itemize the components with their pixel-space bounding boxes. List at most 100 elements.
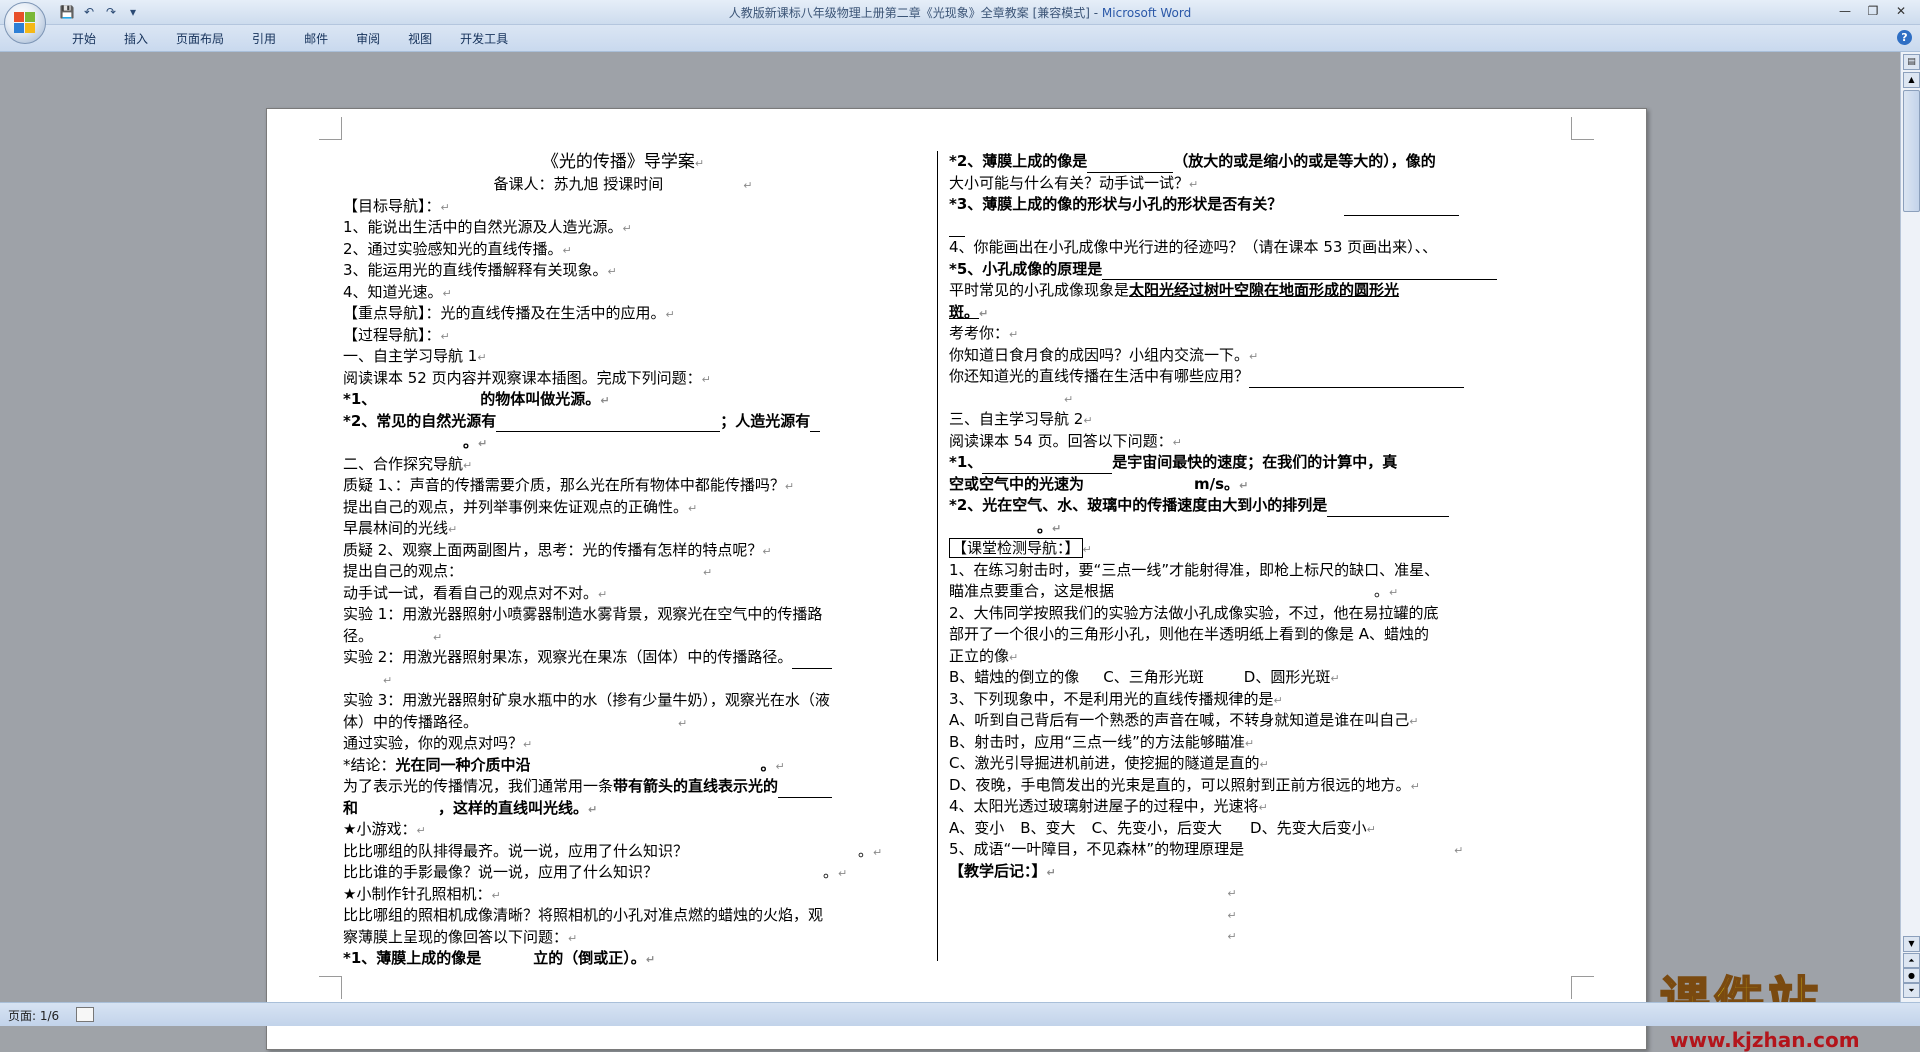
text-line: 动手试一试，看看自己的观点对不对。↵	[343, 583, 608, 602]
window-controls: — ❐ ✕	[1832, 2, 1914, 20]
empty-paragraph: ↵	[1227, 908, 1237, 922]
title-bar: 💾 ↶ ↷ ▾ 人教版新课标八年级物理上册第二章《光现象》全章教案 [兼容模式]…	[0, 0, 1920, 25]
tab-view[interactable]: 视图	[394, 30, 446, 48]
text-line: *2、光在空气、水、玻璃中的传播速度由大到小的排列是	[949, 495, 1515, 517]
empty-paragraph: ↵	[1227, 930, 1237, 943]
text-line: 体）中的传播路径。 ↵	[343, 712, 903, 734]
text-line: *3、薄膜上成的像的形状与小孔的形状是否有关？	[949, 194, 1515, 216]
text-line: 早晨林间的光线↵	[343, 519, 458, 537]
text-line: 。↵	[343, 432, 903, 454]
tab-page-layout[interactable]: 页面布局	[162, 30, 238, 48]
column-divider	[937, 151, 938, 961]
text-line: 质疑 2、观察上面两副图片，思考：光的传播有怎样的特点呢？↵	[343, 540, 772, 559]
text-line: 为了表示光的传播情况，我们通常用一条带有箭头的直线表示光的	[343, 776, 903, 798]
select-browse-object-icon[interactable]: ●	[1903, 968, 1920, 983]
text-line: 阅读课本 54 页。回答以下问题：↵	[949, 431, 1182, 450]
text-line: 4、知道光速。↵	[343, 282, 452, 301]
text-line: *1、薄膜上成的像是 立的（倒或正）。↵	[343, 948, 903, 970]
text-line: 部开了一个很小的三角形小孔，则他在半透明纸上看到的像是 A、蜡烛的	[949, 625, 1430, 643]
tab-review[interactable]: 审阅	[342, 30, 394, 48]
empty-paragraph: ↵	[1227, 887, 1237, 900]
tab-developer[interactable]: 开发工具	[446, 30, 522, 48]
text-line: 察薄膜上呈现的像回答以下问题：↵	[343, 927, 578, 946]
text-line: 你还知道光的直线传播在生活中有哪些应用？	[949, 366, 1515, 388]
text-line: 阅读课本 52 页内容并观察课本插图。完成下列问题：↵	[343, 368, 711, 387]
text-line: 比比哪组的照相机成像清晰？将照相机的小孔对准点燃的蜡烛的火焰，观	[343, 906, 824, 924]
text-line: 5、成语“一叶障目，不见森林”的物理原理是 ↵	[949, 839, 1515, 861]
previous-page-icon[interactable]: ⏶	[1903, 953, 1920, 968]
margin-corner-top-left	[319, 117, 342, 140]
text-line: 4、太阳光透过玻璃射进屋子的过程中，光速将↵	[949, 797, 1268, 815]
text-line: 比比哪组的队排得最齐。说一说，应用了什么知识？ 。↵	[343, 841, 903, 863]
text-line: 2、通过实验感知光的直线传播。↵	[343, 239, 572, 258]
text-line: B、蜡烛的倒立的像 C、三角形光斑 D、圆形光斑↵	[949, 668, 1340, 686]
text-line: 通过实验，你的观点对吗？↵	[343, 734, 533, 752]
text-line: 实验 2：用激光器照射果冻，观察光在果冻（固体）中的传播路径。	[343, 647, 903, 669]
text-line: 3、能运用光的直线传播解释有关现象。↵	[343, 261, 617, 279]
status-bar: 页面: 1/6	[0, 1002, 1920, 1026]
close-button[interactable]: ✕	[1888, 2, 1914, 20]
text-line: *结论：光在同一种介质中沿 。↵	[343, 755, 903, 777]
tab-references[interactable]: 引用	[238, 30, 290, 48]
tab-insert[interactable]: 插入	[110, 30, 162, 48]
text-line: 斑。↵	[949, 302, 989, 321]
minimize-button[interactable]: —	[1832, 2, 1858, 20]
text-line: 你知道日食月食的成因吗？小组内交流一下。↵	[949, 345, 1259, 364]
text-line: 实验 3：用激光器照射矿泉水瓶中的水（掺有少量牛奶），观察光在水（液	[343, 691, 830, 709]
text-line: ★小制作针孔照相机：↵	[343, 884, 501, 903]
text-line: 径。 ↵	[343, 626, 903, 648]
tab-mailings[interactable]: 邮件	[290, 30, 342, 48]
text-line: *1、 是宇宙间最快的速度；在我们的计算中，真	[949, 452, 1515, 474]
text-line: C、激光引导掘进机前进，使挖掘的隧道是直的↵	[949, 754, 1269, 772]
text-line: *2、薄膜上成的像是 （放大的或是缩小的或是等大的），像的	[949, 151, 1515, 173]
ribbon-tabs: 开始 插入 页面布局 引用 邮件 审阅 视图 开发工具	[58, 30, 522, 48]
text-line: 提出自己的观点： ↵	[343, 561, 903, 583]
scroll-up-icon[interactable]: ▲	[1903, 72, 1920, 88]
window-title: 人教版新课标八年级物理上册第二章《光现象》全章教案 [兼容模式] - Micro…	[0, 4, 1920, 21]
document-title: 人教版新课标八年级物理上册第二章《光现象》全章教案 [兼容模式] -	[728, 6, 1102, 20]
document-workspace: 《光的传播》导学案↵ 备课人：苏九旭 授课时间 ↵ 【目标导航】：↵ 1、能说出生…	[0, 52, 1900, 1052]
text-line: 质疑 1、：声音的传播需要介质，那么光在所有物体中都能传播吗？↵	[343, 476, 795, 494]
proofing-status-icon[interactable]	[76, 1007, 94, 1022]
right-column[interactable]: *2、薄膜上成的像是 （放大的或是缩小的或是等大的），像的 大小可能与什么有关？动…	[949, 151, 1515, 947]
document-page[interactable]: 《光的传播》导学案↵ 备课人：苏九旭 授课时间 ↵ 【目标导航】：↵ 1、能说出生…	[266, 108, 1647, 1050]
text-line: A、听到自己背后有一个熟悉的声音在喊，不转身就知道是谁在叫自己↵	[949, 711, 1419, 729]
text-line: *2、常见的自然光源有 ；人造光源有	[343, 411, 903, 432]
vertical-scrollbar[interactable]: ▤ ▲ ▼ ⏶ ● ⏷	[1900, 52, 1920, 1002]
doc-title: 《光的传播》导学案↵	[541, 152, 705, 172]
text-line: *1、 的物体叫做光源。↵	[343, 389, 903, 411]
watermark-url: www.kjzhan.com	[1670, 1028, 1860, 1052]
text-line: B、射击时，应用“三点一线”的方法能够瞄准↵	[949, 732, 1255, 751]
scroll-thumb[interactable]	[1903, 90, 1920, 212]
text-line: 【教学后记：】↵	[949, 861, 1056, 880]
text-line: 【目标导航】：↵	[343, 196, 450, 215]
office-logo-icon	[14, 12, 36, 34]
margin-corner-bottom-right	[1571, 976, 1594, 999]
page-indicator[interactable]: 页面: 1/6	[8, 1007, 59, 1024]
text-line: 。↵	[949, 517, 1515, 539]
text-line: 大小可能与什么有关？动手试一试？↵	[949, 173, 1199, 192]
text-line: 提出自己的观点，并列举事例来佐证观点的正确性。↵	[343, 497, 698, 516]
text-line: 三、自主学习导航 2↵	[949, 410, 1093, 428]
ruler-toggle-icon[interactable]: ▤	[1903, 54, 1920, 70]
text-line: ★小游戏：↵	[343, 820, 426, 838]
text-line: 【过程导航】：↵	[343, 325, 450, 344]
text-line: 和，这样的直线叫光线。↵	[343, 798, 903, 820]
text-line: 考考你：↵	[949, 324, 1019, 342]
left-column[interactable]: 《光的传播》导学案↵ 备课人：苏九旭 授课时间 ↵ 【目标导航】：↵ 1、能说出生…	[343, 151, 903, 970]
restore-button[interactable]: ❐	[1860, 2, 1886, 20]
text-line: 瞄准点要重合，这是根据 。↵	[949, 581, 1515, 603]
text-line: 【课堂检测导航：】 ↵	[949, 538, 1515, 560]
tab-home[interactable]: 开始	[58, 30, 110, 48]
margin-corner-top-right	[1571, 117, 1594, 140]
text-line: 二、合作探究导航↵	[343, 454, 473, 473]
text-line: 1、在练习射击时，要“三点一线”才能射得准，即枪上标尺的缺口、准星、	[949, 560, 1440, 579]
help-icon[interactable]: ?	[1897, 30, 1912, 45]
office-button[interactable]	[4, 2, 46, 44]
next-page-icon[interactable]: ⏷	[1903, 983, 1920, 998]
text-line: 1、能说出生活中的自然光源及人造光源。↵	[343, 218, 632, 236]
doc-subtitle: 备课人：苏九旭 授课时间 ↵	[343, 174, 903, 196]
scroll-down-icon[interactable]: ▼	[1903, 936, 1920, 952]
text-line: 2、大伟同学按照我们的实验方法做小孔成像实验，不过，他在易拉罐的底	[949, 603, 1439, 622]
text-line: ↵	[343, 669, 903, 691]
